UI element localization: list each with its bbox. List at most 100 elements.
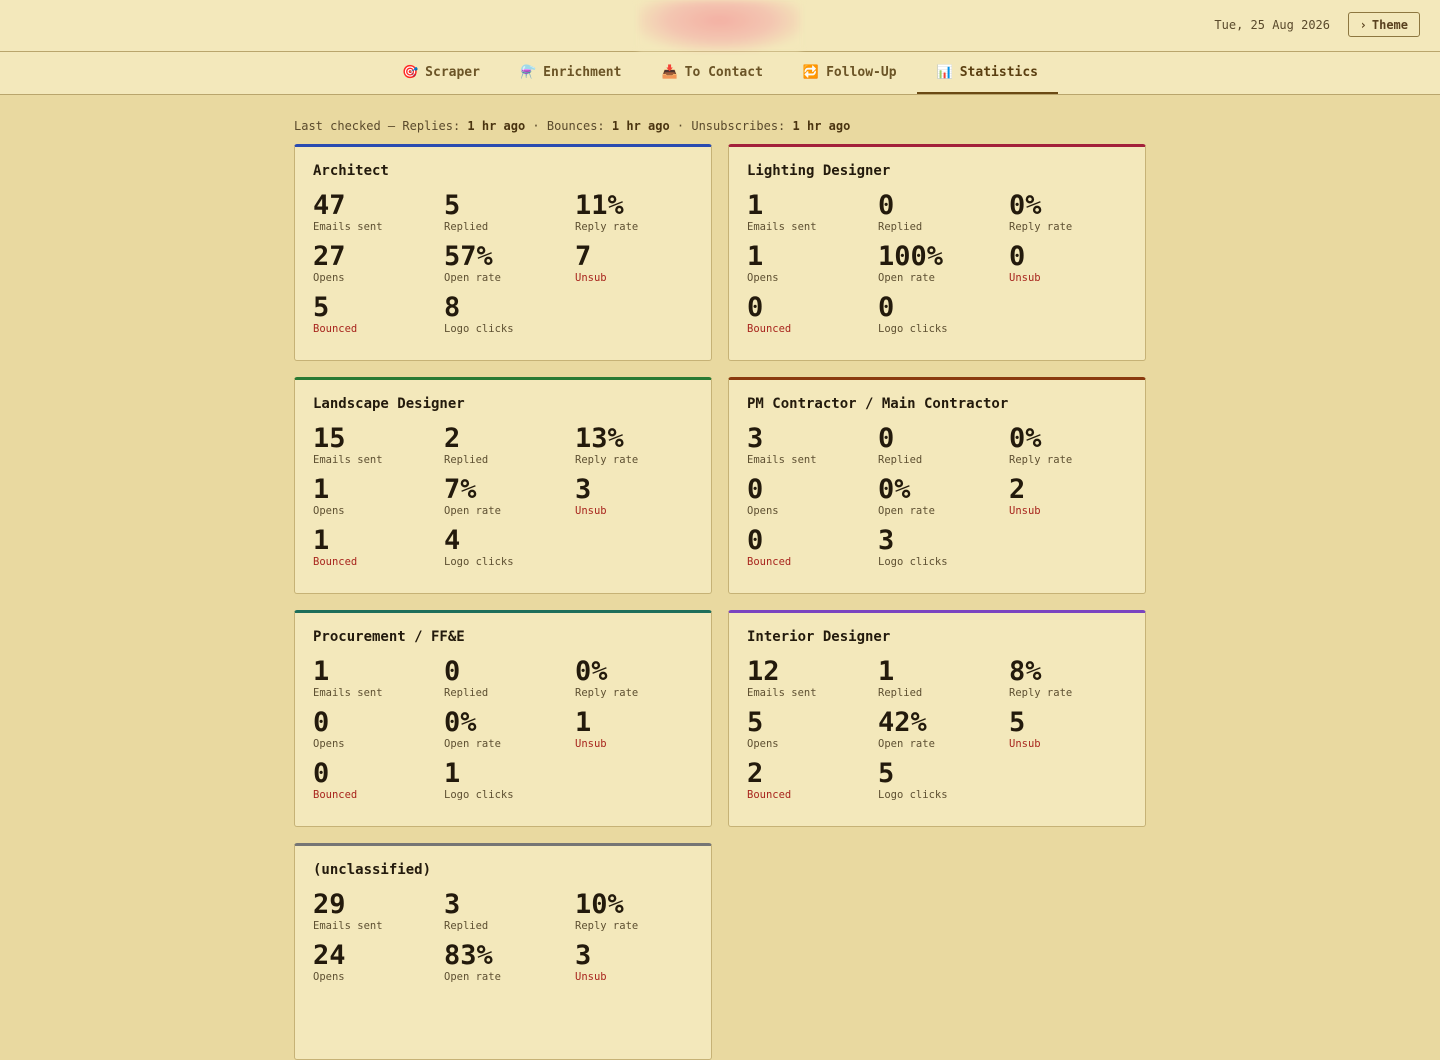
unsubscribes-prefix: · Unsubscribes: xyxy=(669,119,793,133)
stat-open-rate: 57% Open rate xyxy=(444,242,575,284)
stat-label: Logo clicks xyxy=(444,789,514,801)
stat-value: 0% xyxy=(444,707,477,738)
stat-value: 13% xyxy=(575,423,624,454)
stat-value: 1 xyxy=(747,190,764,221)
top-bar: Tue, 25 Aug 2026 › Theme xyxy=(0,0,1440,52)
stats-card-procurement: Procurement / FF&E 1 Emails sent 0 Replied… xyxy=(294,610,712,827)
stat-label: Open rate xyxy=(878,505,935,517)
stat-label: Reply rate xyxy=(575,454,639,466)
stat-label: Opens xyxy=(747,738,779,750)
main-nav: 🎯 Scraper ⚗️ Enrichment 📥 To Contact 🔁 F… xyxy=(0,52,1440,95)
stat-unsub: 1 Unsub xyxy=(575,708,706,750)
card-title: PM Contractor / Main Contractor xyxy=(747,396,1009,412)
tab-follow-up[interactable]: 🔁 Follow-Up xyxy=(783,52,917,94)
stat-value: 8 xyxy=(444,292,461,323)
theme-button[interactable]: › Theme xyxy=(1347,12,1420,37)
stat-unsub: 3 Unsub xyxy=(575,475,706,517)
stat-value: 1 xyxy=(444,758,461,789)
stat-replied: 5 Replied xyxy=(444,191,575,233)
stat-label: Open rate xyxy=(878,272,935,284)
stat-label: Emails sent xyxy=(747,687,817,699)
stat-open-rate: 100% Open rate xyxy=(878,242,1009,284)
card-title: Landscape Designer xyxy=(313,396,465,412)
stat-value: 57% xyxy=(444,241,493,272)
tab-label: Scraper xyxy=(425,64,480,80)
stat-value: 15 xyxy=(313,423,346,454)
stat-label: Open rate xyxy=(444,971,501,983)
tab-enrichment[interactable]: ⚗️ Enrichment xyxy=(500,52,641,94)
stat-value: 2 xyxy=(1009,474,1026,505)
stat-reply-rate: 0% Reply rate xyxy=(575,657,706,699)
stats-card-grid: Architect 47 Emails sent 5 Replied 11% Repl… xyxy=(294,144,1146,1060)
stat-label: Open rate xyxy=(444,738,501,750)
stat-label: Bounced xyxy=(313,789,358,801)
stat-label: Logo clicks xyxy=(444,556,514,568)
stat-opens: 27 Opens xyxy=(313,242,444,284)
tab-statistics[interactable]: 📊 Statistics xyxy=(916,52,1059,94)
stat-label: Emails sent xyxy=(313,454,383,466)
stat-opens: 5 Opens xyxy=(747,708,878,750)
stat-label: Reply rate xyxy=(1009,687,1073,699)
stats-grid: 29 Emails sent 3 Replied 10% Reply rate 24 O… xyxy=(313,890,693,983)
stats-card-interior-designer: Interior Designer 12 Emails sent 1 Replied… xyxy=(728,610,1146,827)
stat-label: Unsub xyxy=(1009,505,1041,517)
stat-value: 27 xyxy=(313,241,346,272)
stat-emails-sent: 15 Emails sent xyxy=(313,424,444,466)
inbox-tray-icon: 📥 xyxy=(661,64,678,80)
stat-label: Open rate xyxy=(878,738,935,750)
stat-label: Opens xyxy=(313,505,345,517)
stat-value: 12 xyxy=(747,656,780,687)
stat-label: Unsub xyxy=(575,272,607,284)
stats-grid: 47 Emails sent 5 Replied 11% Reply rate 27 O… xyxy=(313,191,693,335)
stat-label: Reply rate xyxy=(1009,454,1073,466)
stat-value: 0 xyxy=(444,656,461,687)
stat-value: 10% xyxy=(575,889,624,920)
stat-value: 3 xyxy=(575,940,592,971)
stat-label: Emails sent xyxy=(747,221,817,233)
stat-label: Opens xyxy=(313,272,345,284)
repeat-icon: 🔁 xyxy=(802,64,820,80)
stat-unsub: 3 Unsub xyxy=(575,941,706,983)
stat-open-rate: 42% Open rate xyxy=(878,708,1009,750)
stat-reply-rate: 11% Reply rate xyxy=(575,191,706,233)
tab-to-contact[interactable]: 📥 To Contact xyxy=(641,52,782,94)
brand-logo[interactable] xyxy=(638,0,801,51)
stat-value: 1 xyxy=(878,656,895,687)
stat-opens: 0 Opens xyxy=(747,475,878,517)
stat-label: Replied xyxy=(444,687,489,699)
stat-label: Unsub xyxy=(1009,272,1041,284)
stat-value: 47 xyxy=(313,190,346,221)
stat-replied: 0 Replied xyxy=(878,191,1009,233)
card-title: (unclassified) xyxy=(313,862,432,878)
stat-logo-clicks: 4 Logo clicks xyxy=(444,526,575,568)
stat-value: 1 xyxy=(747,241,764,272)
stat-label: Reply rate xyxy=(575,687,639,699)
current-date: Tue, 25 Aug 2026 xyxy=(1214,18,1330,32)
stat-label: Logo clicks xyxy=(878,556,948,568)
stat-value: 7 xyxy=(575,241,592,272)
tab-scraper[interactable]: 🎯 Scraper xyxy=(382,52,500,94)
stat-reply-rate: 0% Reply rate xyxy=(1009,191,1140,233)
tab-label: Enrichment xyxy=(543,64,622,80)
stat-label: Replied xyxy=(878,221,923,233)
stat-value: 1 xyxy=(313,656,330,687)
stat-value: 0 xyxy=(878,190,895,221)
card-title: Procurement / FF&E xyxy=(313,629,465,645)
stat-value: 11% xyxy=(575,190,624,221)
stat-label: Reply rate xyxy=(575,221,639,233)
stat-value: 2 xyxy=(747,758,764,789)
stat-bounced: 5 Bounced xyxy=(313,293,444,335)
stat-opens: 1 Opens xyxy=(747,242,878,284)
stat-label: Unsub xyxy=(1009,738,1041,750)
stat-label: Opens xyxy=(747,272,779,284)
stat-label: Replied xyxy=(878,454,923,466)
stat-bounced: 2 Bounced xyxy=(747,759,878,801)
stats-grid: 1 Emails sent 0 Replied 0% Reply rate 0 Open… xyxy=(313,657,693,801)
stat-label: Replied xyxy=(878,687,923,699)
stats-card-landscape-designer: Landscape Designer 15 Emails sent 2 Replie… xyxy=(294,377,712,594)
stat-replied: 0 Replied xyxy=(444,657,575,699)
stat-label: Open rate xyxy=(444,505,501,517)
stat-label: Logo clicks xyxy=(444,323,514,335)
target-icon: 🎯 xyxy=(401,64,419,80)
stat-emails-sent: 1 Emails sent xyxy=(747,191,878,233)
